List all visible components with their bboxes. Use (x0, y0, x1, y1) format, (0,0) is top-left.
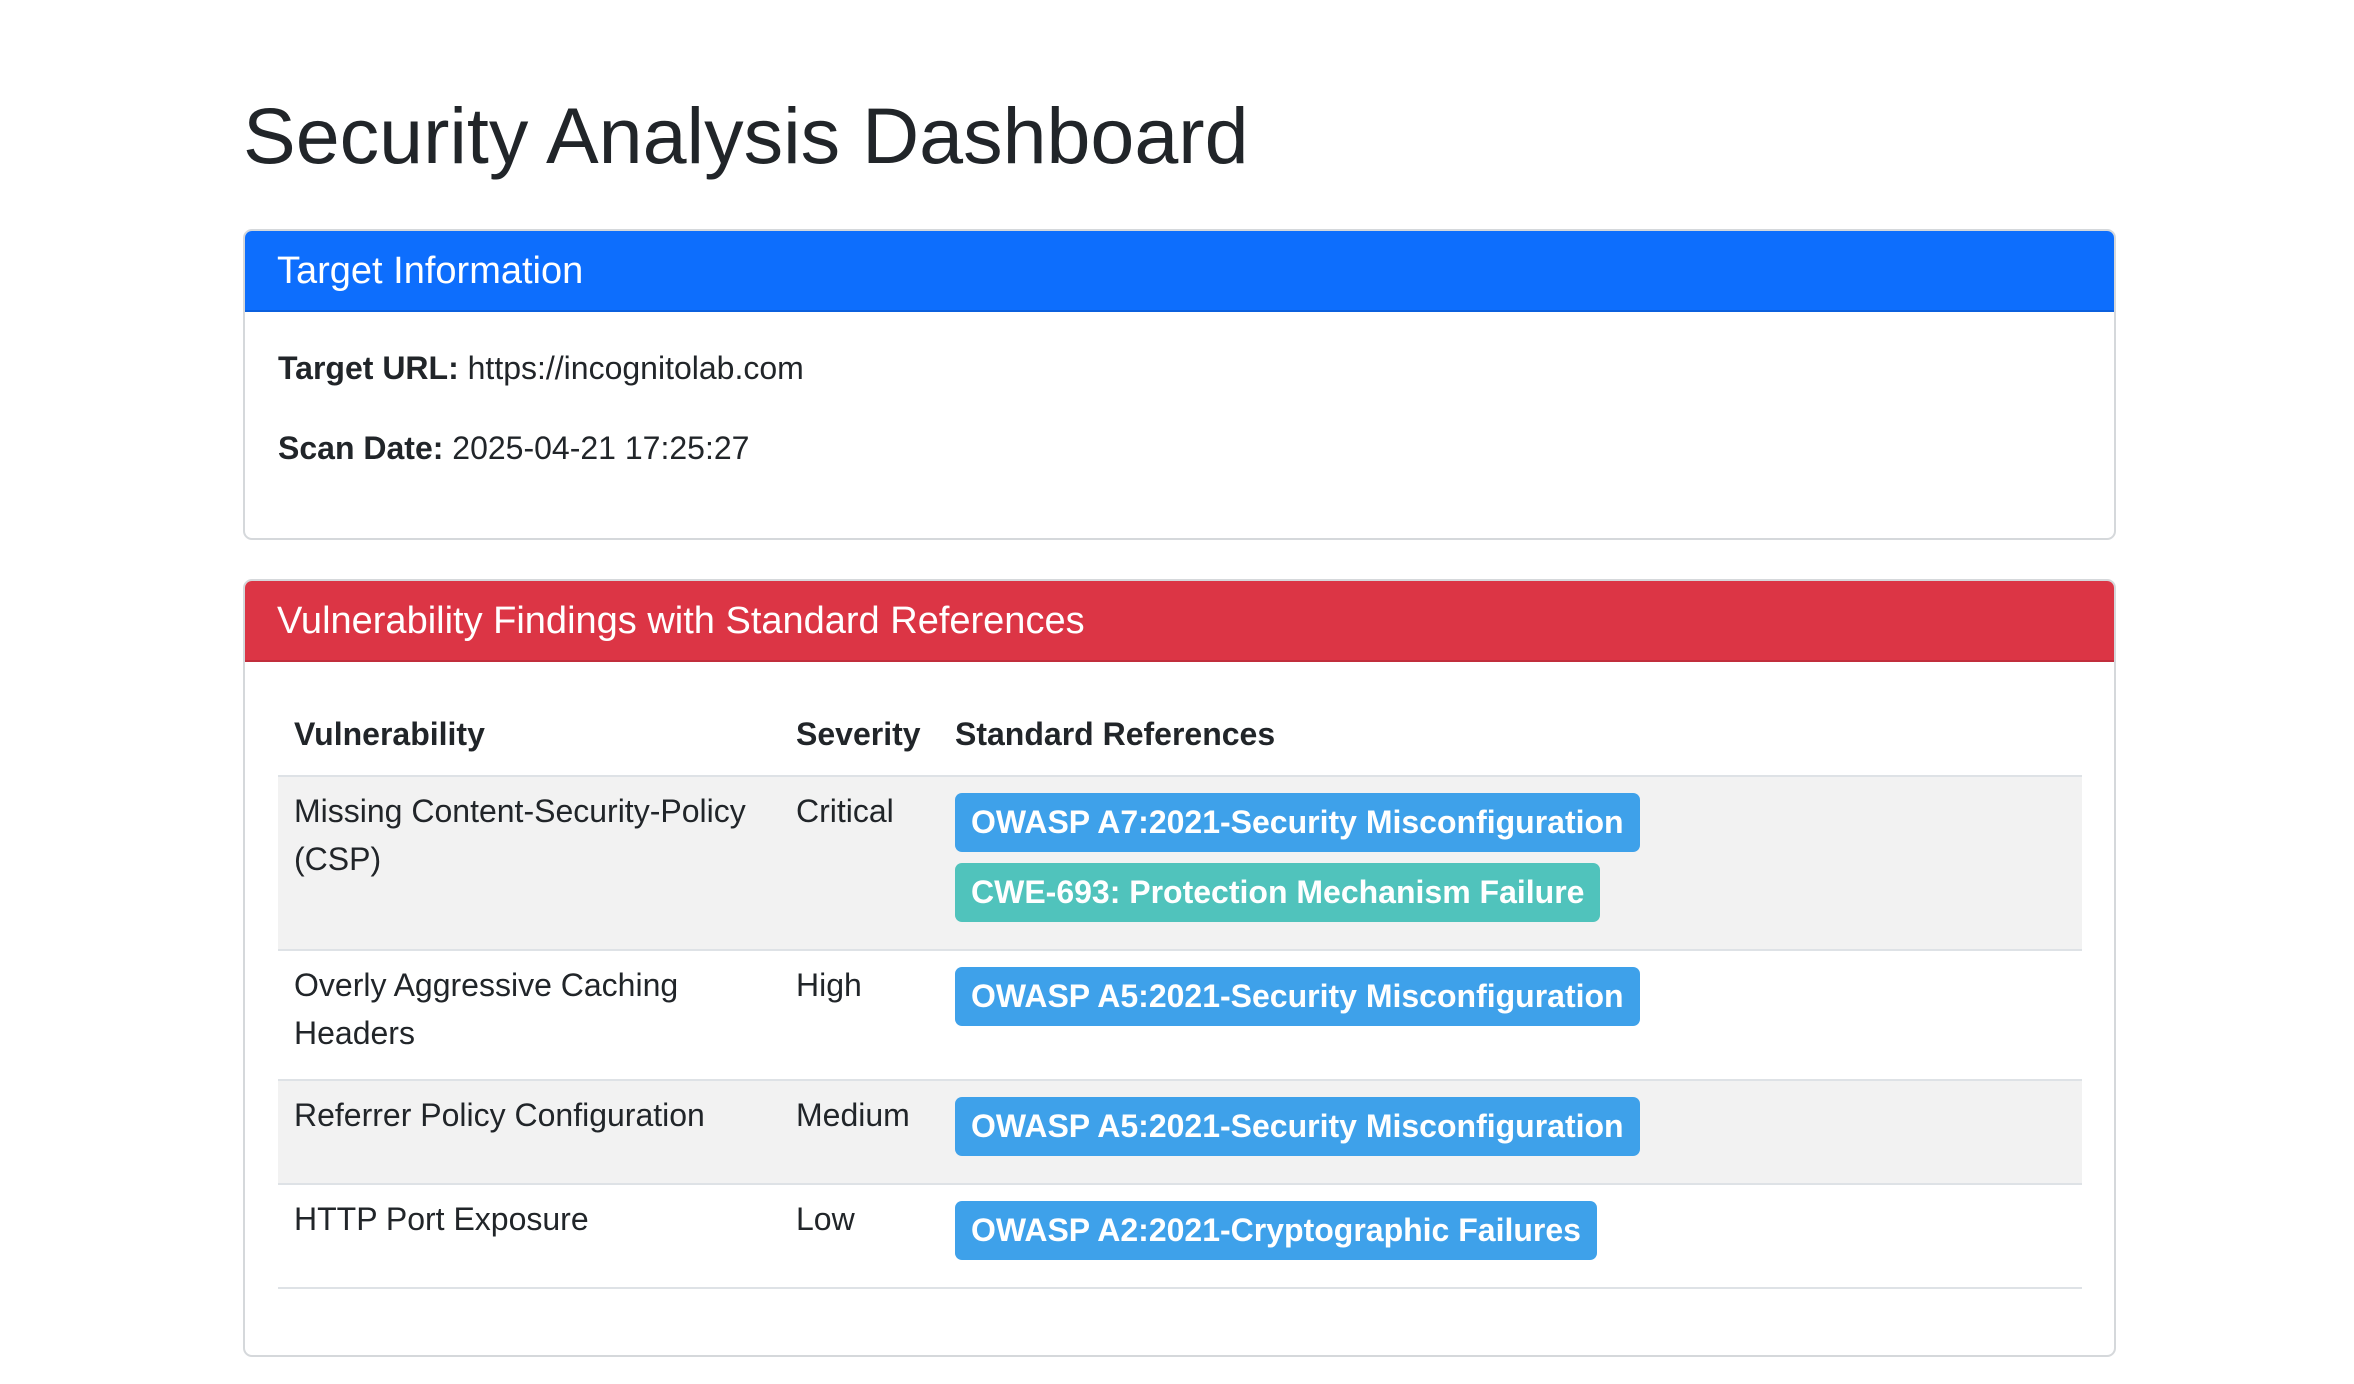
vulnerability-table: Vulnerability Severity Standard Referenc… (278, 693, 2082, 1289)
target-url-value: https://incognitolab.com (467, 350, 804, 386)
table-row: Missing Content-Security-Policy (CSP) Cr… (278, 776, 2082, 951)
target-information-header: Target Information (245, 231, 2114, 312)
table-header-row: Vulnerability Severity Standard Referenc… (278, 693, 2082, 777)
column-header-severity: Severity (780, 693, 939, 777)
references-cell: OWASP A2:2021-Cryptographic Failures (939, 1184, 2082, 1289)
owasp-reference-badge: OWASP A2:2021-Cryptographic Failures (955, 1201, 1597, 1260)
column-header-vulnerability: Vulnerability (278, 693, 780, 777)
table-row: HTTP Port Exposure Low OWASP A2:2021-Cry… (278, 1184, 2082, 1289)
table-row: Referrer Policy Configuration Medium OWA… (278, 1080, 2082, 1185)
vulnerability-findings-header: Vulnerability Findings with Standard Ref… (245, 581, 2114, 662)
vulnerability-cell: HTTP Port Exposure (278, 1184, 780, 1289)
scan-date-label: Scan Date: (278, 430, 444, 466)
scan-date-value: 2025-04-21 17:25:27 (452, 430, 750, 466)
owasp-reference-badge: OWASP A7:2021-Security Misconfiguration (955, 793, 1640, 852)
vulnerability-cell: Missing Content-Security-Policy (CSP) (278, 776, 780, 951)
references-cell: OWASP A7:2021-Security Misconfiguration … (939, 776, 2082, 951)
target-information-card: Target Information Target URL: https://i… (243, 229, 2116, 540)
references-cell: OWASP A5:2021-Security Misconfiguration (939, 950, 2082, 1081)
severity-cell: Low (780, 1184, 939, 1289)
table-row: Overly Aggressive Caching Headers High O… (278, 950, 2082, 1081)
owasp-reference-badge: OWASP A5:2021-Security Misconfiguration (955, 967, 1640, 1026)
severity-cell: High (780, 950, 939, 1081)
page-title: Security Analysis Dashboard (243, 91, 1249, 180)
severity-cell: Medium (780, 1080, 939, 1185)
references-cell: OWASP A5:2021-Security Misconfiguration (939, 1080, 2082, 1185)
cwe-reference-badge: CWE-693: Protection Mechanism Failure (955, 863, 1601, 922)
owasp-reference-badge: OWASP A5:2021-Security Misconfiguration (955, 1097, 1640, 1156)
vulnerability-cell: Overly Aggressive Caching Headers (278, 950, 780, 1081)
column-header-standard-references: Standard References (939, 693, 2082, 777)
target-url-line: Target URL: https://incognitolab.com (278, 348, 804, 388)
target-url-label: Target URL: (278, 350, 459, 386)
scan-date-line: Scan Date: 2025-04-21 17:25:27 (278, 428, 749, 468)
vulnerability-findings-card: Vulnerability Findings with Standard Ref… (243, 579, 2116, 1357)
severity-cell: Critical (780, 776, 939, 951)
vulnerability-cell: Referrer Policy Configuration (278, 1080, 780, 1185)
